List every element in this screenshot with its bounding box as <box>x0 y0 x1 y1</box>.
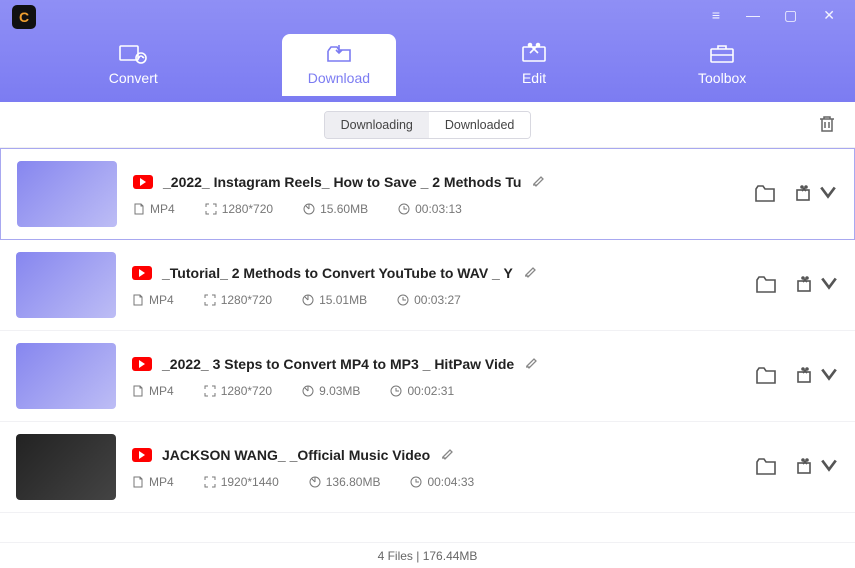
tab-edit[interactable]: Edit <box>494 34 574 96</box>
minimize-icon[interactable]: — <box>746 7 758 24</box>
size-label: 15.01MB <box>302 293 367 307</box>
trash-icon <box>817 114 837 134</box>
duration-label: 00:03:27 <box>397 293 461 307</box>
chevron-down-icon <box>818 183 838 206</box>
thumbnail <box>17 161 117 227</box>
tab-edit-label: Edit <box>522 70 546 86</box>
chevron-down-icon <box>819 365 839 388</box>
chevron-down-icon <box>819 274 839 297</box>
size-label: 9.03MB <box>302 384 360 398</box>
tab-toolbox-label: Toolbox <box>698 70 746 86</box>
tab-download-label: Download <box>308 70 370 86</box>
convert-button[interactable] <box>796 274 839 297</box>
resolution-label: 1280*720 <box>204 293 272 307</box>
convert-icon <box>119 42 147 64</box>
rename-button[interactable] <box>524 355 538 374</box>
format-label: MP4 <box>132 475 174 489</box>
thumbnail <box>16 252 116 318</box>
list-item[interactable]: JACKSON WANG_ _Official Music Video MP4 … <box>0 422 855 513</box>
youtube-icon <box>132 266 152 280</box>
resolution-label: 1280*720 <box>204 384 272 398</box>
toolbox-icon <box>708 42 736 64</box>
youtube-icon <box>133 175 153 189</box>
open-folder-button[interactable] <box>756 367 776 385</box>
status-footer: 4 Files | 176.44MB <box>0 542 855 568</box>
segment-downloading[interactable]: Downloading <box>325 112 429 138</box>
format-label: MP4 <box>132 293 174 307</box>
tab-toolbox[interactable]: Toolbox <box>672 34 772 96</box>
segment-downloaded[interactable]: Downloaded <box>429 112 531 138</box>
list-item[interactable]: _2022_ 3 Steps to Convert MP4 to MP3 _ H… <box>0 331 855 422</box>
thumbnail <box>16 343 116 409</box>
rename-button[interactable] <box>440 446 454 465</box>
format-label: MP4 <box>133 202 175 216</box>
open-folder-button[interactable] <box>756 458 776 476</box>
tab-convert-label: Convert <box>109 70 158 86</box>
item-title: JACKSON WANG_ _Official Music Video <box>162 447 430 463</box>
resolution-label: 1280*720 <box>205 202 273 216</box>
resolution-label: 1920*1440 <box>204 475 279 489</box>
list-item[interactable]: _Tutorial_ 2 Methods to Convert YouTube … <box>0 240 855 331</box>
item-title: _2022_ Instagram Reels_ How to Save _ 2 … <box>163 174 521 190</box>
download-icon <box>325 42 353 64</box>
format-label: MP4 <box>132 384 174 398</box>
convert-button[interactable] <box>796 456 839 479</box>
download-list: _2022_ Instagram Reels_ How to Save _ 2 … <box>0 148 855 542</box>
download-state-segment: Downloading Downloaded <box>324 111 532 139</box>
size-label: 136.80MB <box>309 475 381 489</box>
youtube-icon <box>132 448 152 462</box>
delete-all-button[interactable] <box>817 114 837 139</box>
open-folder-button[interactable] <box>755 185 775 203</box>
tab-download[interactable]: Download <box>282 34 396 96</box>
app-icon: C <box>12 5 36 29</box>
rename-button[interactable] <box>531 173 545 192</box>
edit-icon <box>520 42 548 64</box>
maximize-icon[interactable]: ▢ <box>784 7 797 24</box>
thumbnail <box>16 434 116 500</box>
menu-icon[interactable]: ≡ <box>712 7 720 24</box>
header: C ≡ — ▢ ✕ Convert Download Edit Toolbox <box>0 0 855 102</box>
youtube-icon <box>132 357 152 371</box>
tab-convert[interactable]: Convert <box>83 34 184 96</box>
chevron-down-icon <box>819 456 839 479</box>
convert-button[interactable] <box>795 183 838 206</box>
list-item[interactable]: _2022_ Instagram Reels_ How to Save _ 2 … <box>0 148 855 240</box>
size-label: 15.60MB <box>303 202 368 216</box>
rename-button[interactable] <box>523 264 537 283</box>
duration-label: 00:03:13 <box>398 202 462 216</box>
duration-label: 00:04:33 <box>410 475 474 489</box>
duration-label: 00:02:31 <box>390 384 454 398</box>
item-title: _Tutorial_ 2 Methods to Convert YouTube … <box>162 265 513 281</box>
convert-button[interactable] <box>796 365 839 388</box>
item-title: _2022_ 3 Steps to Convert MP4 to MP3 _ H… <box>162 356 514 372</box>
open-folder-button[interactable] <box>756 276 776 294</box>
close-icon[interactable]: ✕ <box>823 7 835 24</box>
